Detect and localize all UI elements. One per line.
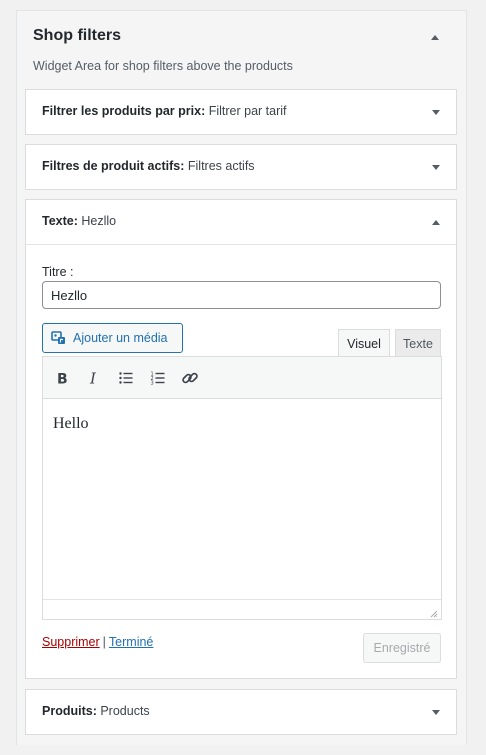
collapse-arrow-icon[interactable] (428, 214, 444, 230)
widget-type-label: Filtres de produit actifs: (42, 159, 185, 173)
expand-arrow-icon[interactable] (428, 159, 444, 175)
widget-area-description: Widget Area for shop filters above the p… (33, 59, 293, 73)
svg-text:I: I (89, 370, 97, 386)
collapse-arrow-icon[interactable] (427, 29, 443, 45)
widget-title: Filtrer les produits par prix: Filtrer p… (42, 104, 287, 118)
editor-toolbar: B I 1 2 3 (43, 357, 441, 399)
bold-icon[interactable]: B (49, 365, 75, 391)
widget-header[interactable]: Texte: Hezllo (26, 200, 456, 244)
media-icon (51, 330, 67, 346)
done-link[interactable]: Terminé (109, 635, 153, 649)
add-media-label: Ajouter un média (73, 331, 168, 345)
actions-separator: | (102, 635, 106, 649)
widget-area-title: Shop filters (33, 27, 122, 44)
editor-content[interactable]: Hello (43, 399, 441, 599)
title-input[interactable] (42, 281, 441, 309)
widget-title: Produits: Products (42, 704, 150, 718)
expand-arrow-icon[interactable] (428, 704, 444, 720)
link-icon[interactable] (177, 365, 203, 391)
widget-header[interactable]: Filtres de produit actifs: Filtres actif… (26, 145, 456, 189)
rich-text-editor: B I 1 2 3 Hello (42, 356, 442, 620)
save-button[interactable]: Enregistré (363, 633, 441, 663)
widget-control-actions: Supprimer | Terminé (42, 635, 153, 649)
widget-type-label: Produits: (42, 704, 97, 718)
title-field-label: Titre : (42, 265, 74, 279)
bullet-list-icon[interactable] (113, 365, 139, 391)
resize-handle-icon[interactable] (428, 606, 438, 618)
widget-instance-title: Filtres actifs (187, 159, 255, 173)
widget-products: Produits: Products (25, 689, 457, 735)
widget-type-label: Texte: (42, 214, 78, 228)
widget-header[interactable]: Produits: Products (26, 690, 456, 734)
widget-area-panel: Shop filters Widget Area for shop filter… (16, 10, 467, 745)
add-media-button[interactable]: Ajouter un média (42, 323, 183, 353)
widget-active-filters: Filtres de produit actifs: Filtres actif… (25, 144, 457, 190)
widget-instance-title: Hezllo (81, 214, 117, 228)
widget-text: Texte: Hezllo Titre : Ajouter un média (25, 199, 457, 679)
tab-visual[interactable]: Visuel (338, 329, 390, 357)
svg-text:B: B (57, 372, 68, 387)
svg-text:3: 3 (151, 381, 154, 387)
widget-instance-title: Filtrer par tarif (208, 104, 287, 118)
tab-text[interactable]: Texte (395, 329, 441, 357)
widget-form: Titre : Ajouter un média Visuel Texte (26, 244, 456, 678)
italic-icon[interactable]: I (81, 365, 107, 391)
expand-arrow-icon[interactable] (428, 104, 444, 120)
widget-title: Texte: Hezllo (42, 214, 116, 228)
numbered-list-icon[interactable]: 1 2 3 (145, 365, 171, 391)
widget-price-filter: Filtrer les produits par prix: Filtrer p… (25, 89, 457, 135)
widget-area-header[interactable]: Shop filters Widget Area for shop filter… (17, 11, 466, 91)
widget-instance-title: Products (100, 704, 150, 718)
widget-title: Filtres de produit actifs: Filtres actif… (42, 159, 255, 173)
widget-type-label: Filtrer les produits par prix: (42, 104, 206, 118)
delete-link[interactable]: Supprimer (42, 635, 100, 649)
widget-header[interactable]: Filtrer les produits par prix: Filtrer p… (26, 90, 456, 134)
editor-statusbar (43, 599, 441, 619)
